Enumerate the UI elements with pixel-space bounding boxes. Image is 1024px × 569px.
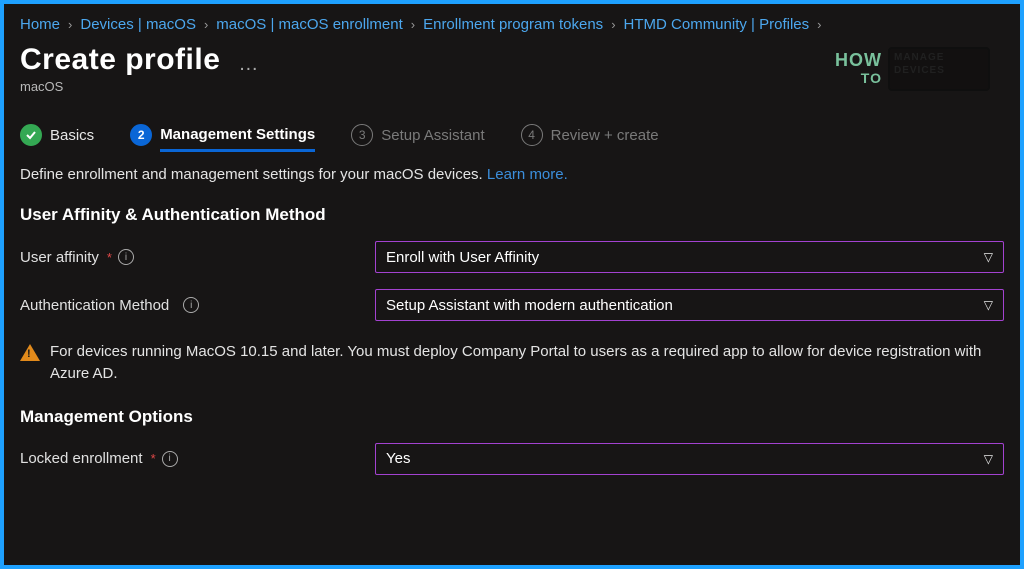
select-value: Yes	[386, 450, 410, 467]
watermark-text: DEVICES	[894, 64, 984, 77]
page-title: Create profile	[20, 43, 220, 77]
title-row: Create profile macOS … HOW TO MANAGE DEV…	[20, 43, 1004, 94]
select-value: Enroll with User Affinity	[386, 249, 539, 266]
field-label-auth-method: Authentication Method i	[20, 297, 375, 314]
user-affinity-select[interactable]: Enroll with User Affinity ▽	[375, 241, 1004, 273]
watermark-text: HOW	[835, 51, 882, 69]
select-value: Setup Assistant with modern authenticati…	[386, 297, 673, 314]
step-number-icon: 3	[351, 124, 373, 146]
form-row-locked-enrollment: Locked enrollment * i Yes ▽	[20, 443, 1004, 475]
chevron-right-icon: ›	[817, 17, 821, 32]
step-label: Basics	[50, 127, 94, 144]
breadcrumb-devices[interactable]: Devices | macOS	[80, 16, 196, 33]
wizard-steps: Basics 2 Management Settings 3 Setup Ass…	[20, 124, 1004, 146]
warning-icon	[20, 344, 40, 361]
breadcrumb-macos-enrollment[interactable]: macOS | macOS enrollment	[216, 16, 402, 33]
step-setup-assistant[interactable]: 3 Setup Assistant	[351, 124, 484, 146]
step-number-icon: 4	[521, 124, 543, 146]
breadcrumb-tokens[interactable]: Enrollment program tokens	[423, 16, 603, 33]
form-row-auth-method: Authentication Method i Setup Assistant …	[20, 289, 1004, 321]
page-frame: Home › Devices | macOS › macOS | macOS e…	[0, 0, 1024, 569]
description-text: Define enrollment and management setting…	[20, 166, 487, 183]
step-review-create[interactable]: 4 Review + create	[521, 124, 659, 146]
section-heading-user-affinity: User Affinity & Authentication Method	[20, 205, 1004, 225]
step-label: Management Settings	[160, 126, 315, 152]
check-icon	[20, 124, 42, 146]
chevron-right-icon: ›	[411, 17, 415, 32]
section-heading-management-options: Management Options	[20, 407, 1004, 427]
info-icon[interactable]: i	[183, 297, 199, 313]
learn-more-link[interactable]: Learn more.	[487, 166, 568, 183]
field-label-locked-enrollment: Locked enrollment * i	[20, 450, 375, 467]
required-asterisk: *	[107, 250, 112, 265]
page-subtitle: macOS	[20, 79, 220, 94]
warning-text: For devices running MacOS 10.15 and late…	[50, 341, 990, 385]
auth-method-select[interactable]: Setup Assistant with modern authenticati…	[375, 289, 1004, 321]
more-actions-button[interactable]: …	[238, 53, 260, 76]
chevron-down-icon: ▽	[984, 250, 993, 264]
label-text: Authentication Method	[20, 297, 169, 314]
watermark-text: MANAGE	[894, 51, 984, 64]
chevron-down-icon: ▽	[984, 452, 993, 466]
step-label: Setup Assistant	[381, 127, 484, 144]
label-text: Locked enrollment	[20, 450, 143, 467]
chevron-right-icon: ›	[611, 17, 615, 32]
step-management-settings[interactable]: 2 Management Settings	[130, 124, 315, 146]
form-row-user-affinity: User affinity * i Enroll with User Affin…	[20, 241, 1004, 273]
label-text: User affinity	[20, 249, 99, 266]
watermark-logo: HOW TO MANAGE DEVICES	[835, 47, 990, 91]
chevron-down-icon: ▽	[984, 298, 993, 312]
info-icon[interactable]: i	[118, 249, 134, 265]
step-number-icon: 2	[130, 124, 152, 146]
locked-enrollment-select[interactable]: Yes ▽	[375, 443, 1004, 475]
warning-banner: For devices running MacOS 10.15 and late…	[20, 341, 990, 385]
breadcrumb-home[interactable]: Home	[20, 16, 60, 33]
page-description: Define enrollment and management setting…	[20, 166, 1004, 183]
field-label-user-affinity: User affinity * i	[20, 249, 375, 266]
chevron-right-icon: ›	[204, 17, 208, 32]
required-asterisk: *	[151, 451, 156, 466]
breadcrumb: Home › Devices | macOS › macOS | macOS e…	[20, 16, 1004, 33]
info-icon[interactable]: i	[162, 451, 178, 467]
watermark-text: TO	[835, 69, 882, 87]
step-basics[interactable]: Basics	[20, 124, 94, 146]
step-label: Review + create	[551, 127, 659, 144]
chevron-right-icon: ›	[68, 17, 72, 32]
breadcrumb-profiles[interactable]: HTMD Community | Profiles	[624, 16, 810, 33]
